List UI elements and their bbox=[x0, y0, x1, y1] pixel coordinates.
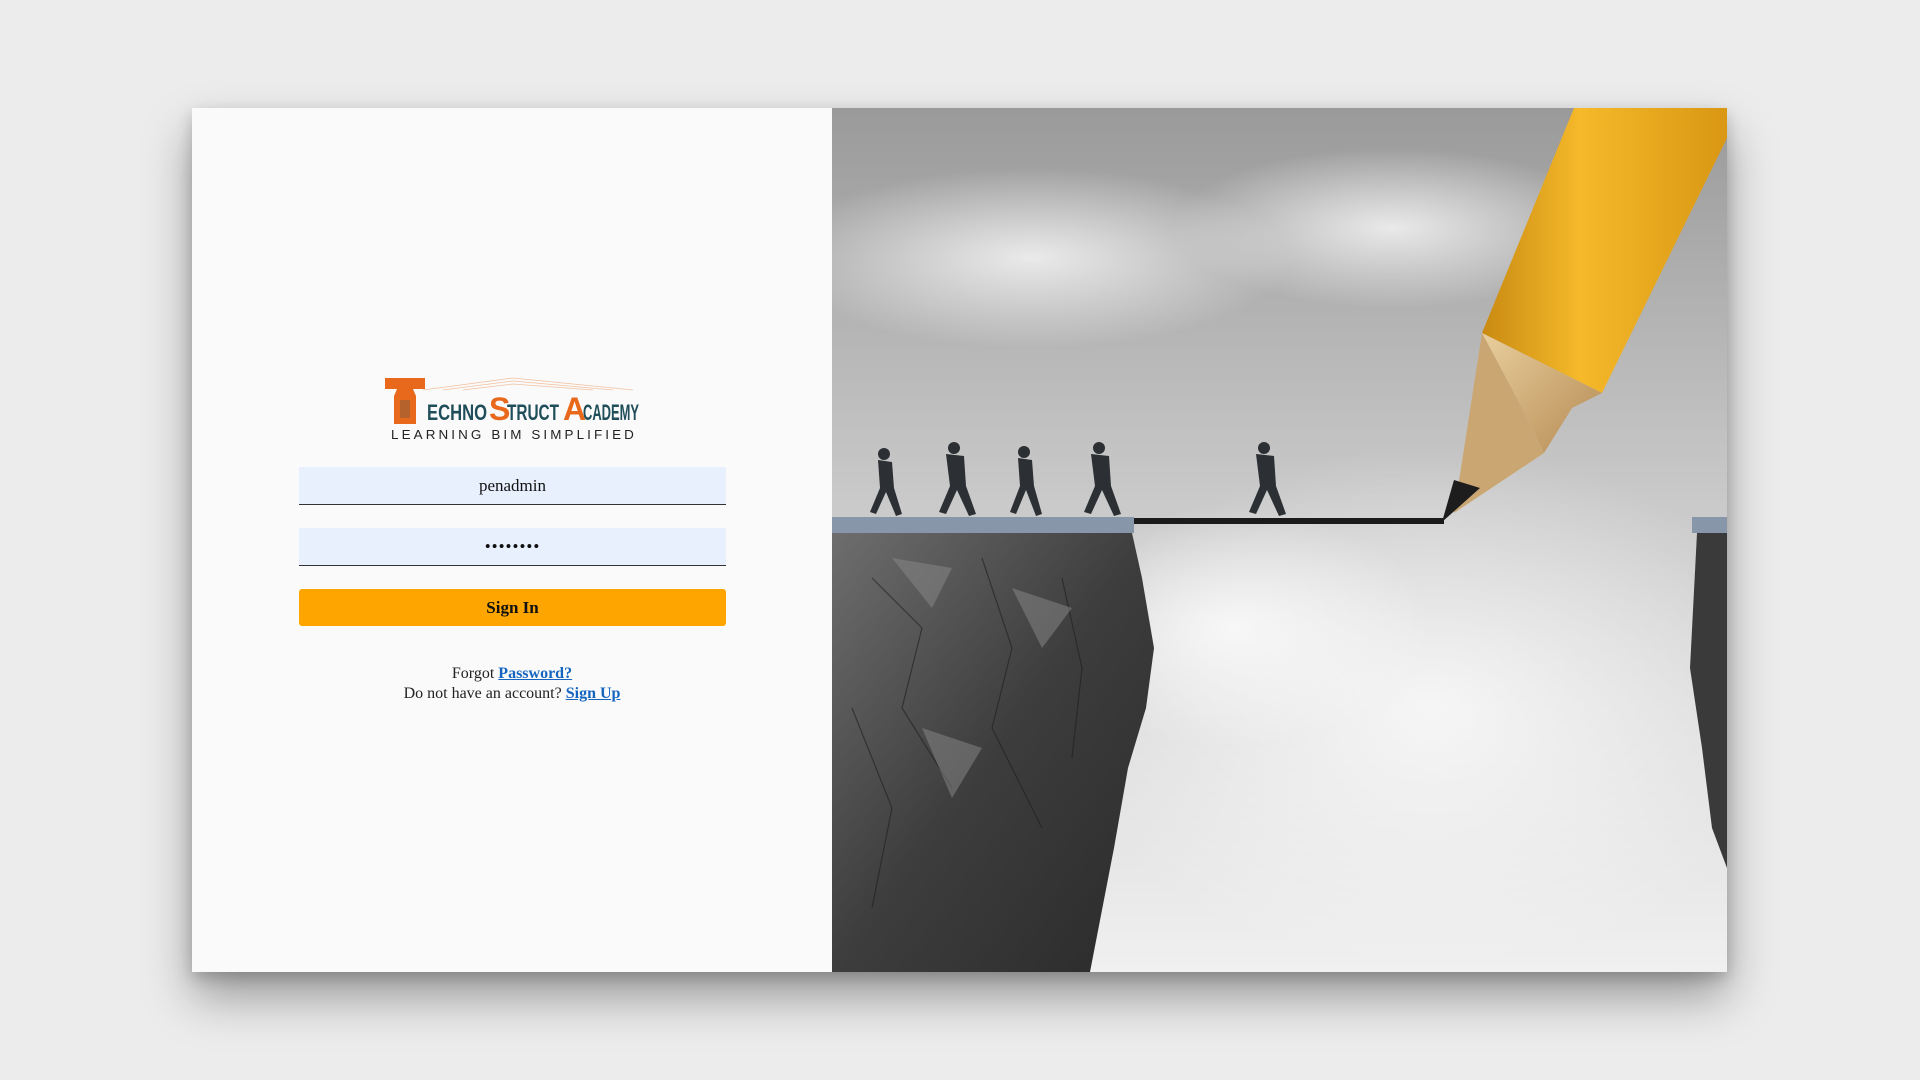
svg-text:CADEMY: CADEMY bbox=[583, 400, 639, 425]
forgot-prefix: Forgot bbox=[451, 665, 495, 682]
username-input[interactable] bbox=[299, 467, 726, 505]
technostruct-logo: ECHNO S TRUCT A CADEMY LEARNING BIM SIMP… bbox=[383, 376, 641, 446]
login-card: ECHNO S TRUCT A CADEMY LEARNING BIM SIMP… bbox=[192, 108, 1727, 972]
svg-text:TRUCT: TRUCT bbox=[507, 400, 559, 425]
sign-up-link[interactable]: Sign Up bbox=[566, 685, 621, 702]
svg-text:ECHNO: ECHNO bbox=[427, 400, 487, 425]
signup-row: Do not have an account? Sign Up bbox=[192, 684, 832, 704]
sign-in-button[interactable]: Sign In bbox=[299, 589, 726, 626]
forgot-password-row: Forgot Password? bbox=[192, 664, 832, 684]
password-input[interactable] bbox=[299, 528, 726, 566]
forgot-password-link[interactable]: Password? bbox=[498, 665, 572, 682]
login-panel: ECHNO S TRUCT A CADEMY LEARNING BIM SIMP… bbox=[192, 108, 832, 972]
logo-tagline: LEARNING BIM SIMPLIFIED bbox=[391, 427, 637, 442]
hero-image bbox=[832, 108, 1727, 972]
cliff-pencil-illustration bbox=[832, 108, 1727, 972]
signup-prefix: Do not have an account? bbox=[403, 685, 562, 702]
